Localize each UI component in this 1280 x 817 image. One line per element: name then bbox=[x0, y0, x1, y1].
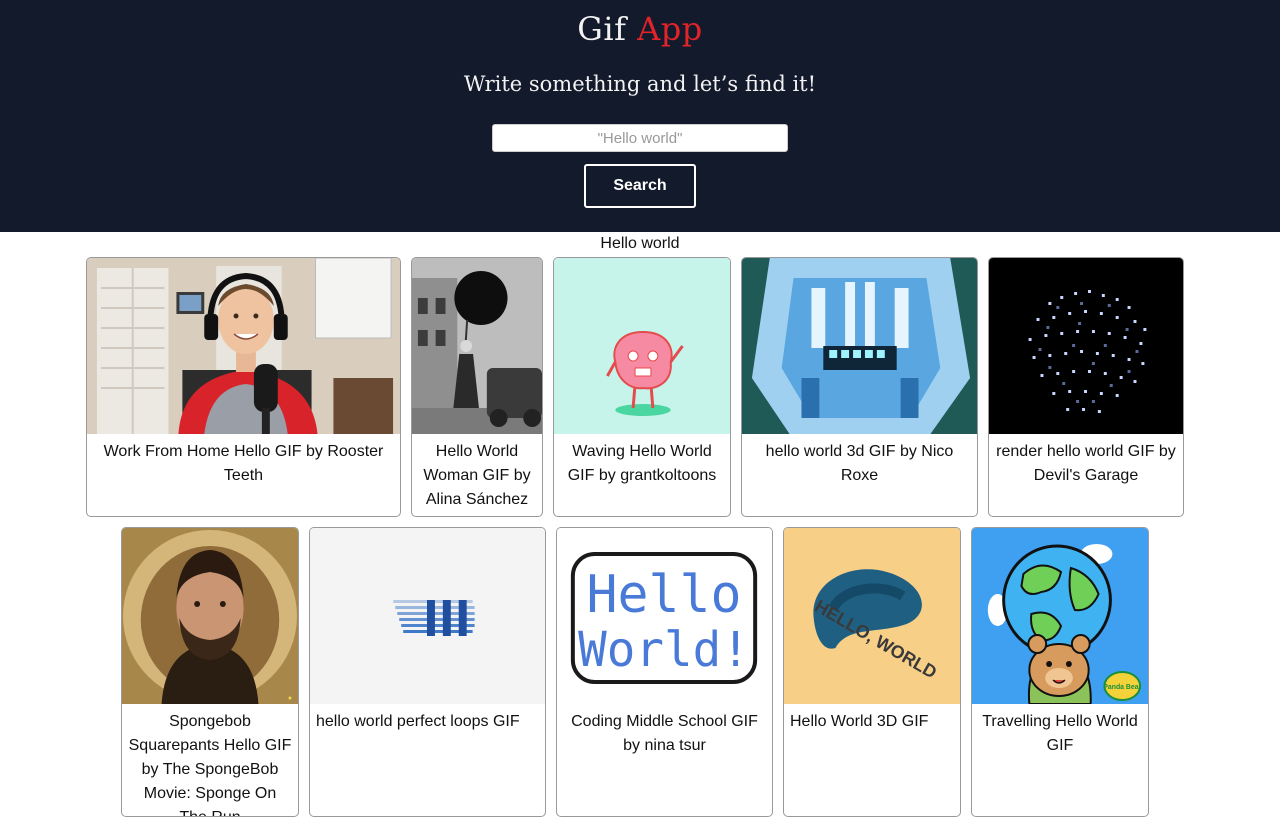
gif-title: Waving Hello World GIF by grantkoltoons bbox=[567, 443, 717, 484]
gif-card[interactable]: hello world 3d GIF by Nico Roxe bbox=[741, 257, 978, 517]
app-header: Gif App Write something and let’s find i… bbox=[0, 0, 1280, 232]
gif-thumbnail bbox=[989, 258, 1183, 434]
gif-title: Coding Middle School GIF by nina tsur bbox=[571, 713, 758, 754]
app-title: Gif App bbox=[0, 10, 1280, 48]
gif-thumbnail bbox=[87, 258, 400, 434]
gif-thumbnail: Hello World! bbox=[557, 528, 772, 704]
tagline: Write something and let’s find it! bbox=[463, 72, 817, 96]
gif-thumbnail bbox=[554, 258, 730, 434]
svg-text:●: ● bbox=[288, 695, 292, 702]
gif-title: Hello World Woman GIF by Alina Sánchez bbox=[423, 443, 531, 508]
app-title-main: Gif bbox=[577, 10, 627, 48]
watermark-text: Panda Bear bbox=[1103, 684, 1141, 691]
gif-thumbnail bbox=[310, 528, 545, 704]
search-input[interactable] bbox=[492, 124, 788, 152]
app-title-accent: App bbox=[637, 10, 703, 48]
gif-card[interactable]: render hello world GIF by Devil's Garage bbox=[988, 257, 1184, 517]
gif-title: hello world perfect loops GIF bbox=[316, 713, 520, 730]
gif-card[interactable]: Work From Home Hello GIF by Rooster Teet… bbox=[86, 257, 401, 517]
gif-title: Travelling Hello World GIF bbox=[982, 713, 1138, 754]
gif-card[interactable]: hello world perfect loops GIF bbox=[309, 527, 546, 817]
gif-title: Work From Home Hello GIF by Rooster Teet… bbox=[103, 443, 384, 484]
gif-card[interactable]: Waving Hello World GIF by grantkoltoons bbox=[553, 257, 731, 517]
gif-card[interactable]: Panda Bear Travelling Hello World GIF bbox=[971, 527, 1149, 817]
gif-card[interactable]: Hello World Woman GIF by Alina Sánchez bbox=[411, 257, 543, 517]
gif-thumbnail bbox=[412, 258, 542, 434]
gif-title: render hello world GIF by Devil's Garage bbox=[996, 443, 1176, 484]
gif-thumbnail bbox=[742, 258, 977, 434]
gif-thumbnail: HELLO, WORLD bbox=[784, 528, 960, 704]
gif-title: Hello World 3D GIF bbox=[790, 713, 929, 730]
gif-card[interactable]: Hello World! Coding Middle School GIF by… bbox=[556, 527, 773, 817]
gif-card[interactable]: ● Spongebob Squarepants Hello GIF by The… bbox=[121, 527, 299, 817]
gif-thumbnail: Panda Bear bbox=[972, 528, 1148, 704]
gif-thumbnail: ● bbox=[122, 528, 298, 704]
gif-title: Spongebob Squarepants Hello GIF by The S… bbox=[128, 713, 292, 816]
gif-card[interactable]: HELLO, WORLD Hello World 3D GIF bbox=[783, 527, 961, 817]
results-query-label: Hello world bbox=[600, 235, 680, 252]
sign-text-line2: World! bbox=[578, 623, 750, 678]
sign-text-line1: Hello bbox=[586, 565, 741, 625]
search-button[interactable]: Search bbox=[584, 164, 696, 208]
gif-title: hello world 3d GIF by Nico Roxe bbox=[765, 443, 954, 484]
